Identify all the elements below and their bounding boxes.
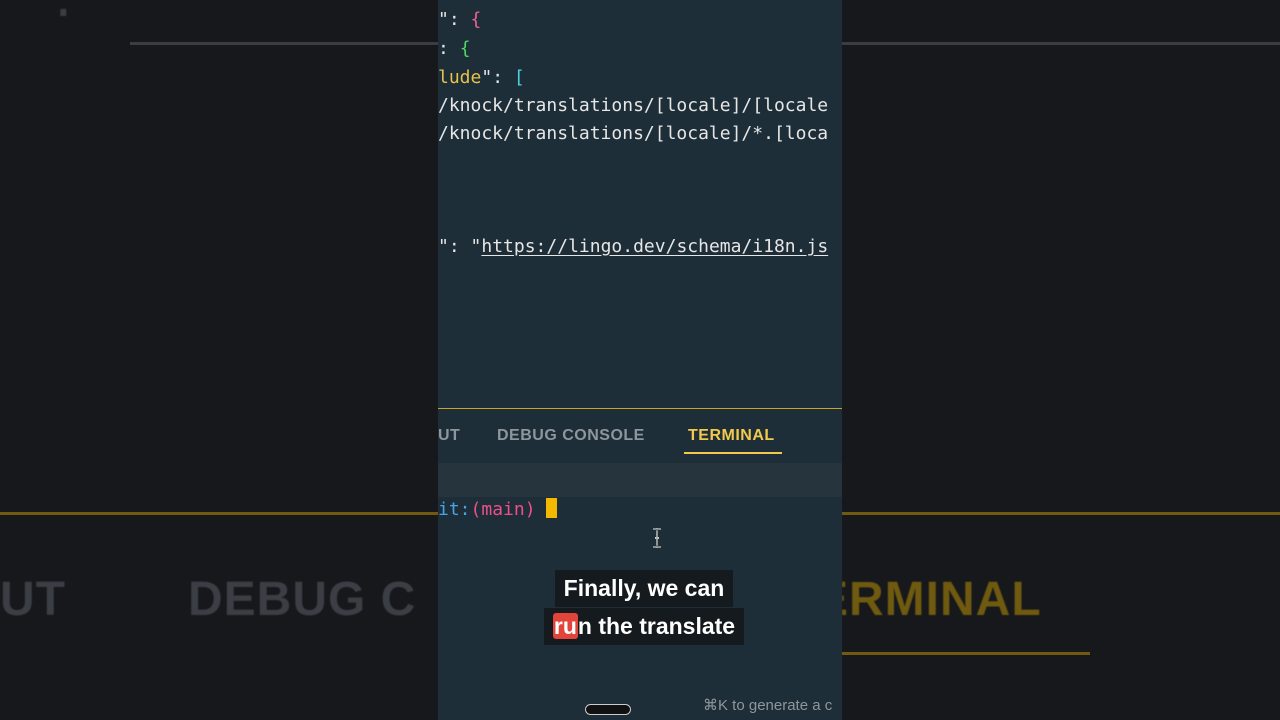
caption-line-2-rest: n the translate [577, 613, 736, 639]
code-token: " [438, 9, 449, 30]
active-tab-indicator [684, 452, 782, 454]
caption-line-2: run the translate [543, 608, 745, 645]
code-line: : { [438, 35, 471, 63]
tab-terminal[interactable]: TERMINAL [688, 427, 775, 445]
code-line: ": { [438, 6, 481, 34]
caption-line-1: Finally, we can [554, 570, 734, 607]
code-token: ": [481, 67, 514, 88]
video-caption: Finally, we can run the translate [527, 570, 761, 645]
terminal-prompt[interactable]: it:(main) [438, 497, 557, 523]
background-top-left-text: ": [20, 0, 78, 28]
code-line: /knock/translations/[locale]/[locale [438, 95, 829, 116]
background-url-underline-left [130, 42, 438, 45]
code-token: : [438, 38, 449, 59]
background-tab-terminal-label: ERMINAL [842, 573, 1042, 626]
schema-url-link[interactable]: https://lingo.dev/schema/i18n.js [481, 236, 828, 257]
code-token: : [448, 236, 471, 257]
code-token: " [470, 236, 482, 257]
caption-highlight-word: ru [552, 613, 578, 639]
generate-hint: ⌘K to generate a c [703, 697, 833, 714]
panel-tab-bar: UT DEBUG CONSOLE TERMINAL [438, 409, 842, 464]
tab-output[interactable]: UT [438, 427, 460, 445]
background-tab-output: UT [0, 573, 66, 626]
code-line: /knock/translations/[locale]/*.[loca [438, 123, 829, 144]
background-url-underline-right [842, 42, 1280, 45]
background-terminal-underline [842, 652, 1090, 655]
background-tab-debug: DEBUG C [188, 573, 417, 626]
code-token: " [438, 236, 449, 257]
prompt-branch: (main) [470, 499, 536, 520]
code-token: : [448, 9, 471, 30]
text-cursor-icon [653, 528, 661, 548]
background-gold-line-right [842, 512, 1280, 515]
tab-debug-console[interactable]: DEBUG CONSOLE [497, 427, 645, 445]
code-token: { [459, 38, 471, 59]
prompt-git-label: it: [438, 499, 471, 520]
terminal-strip [438, 463, 842, 497]
code-token: { [470, 9, 482, 30]
code-token: lude [438, 67, 482, 88]
code-line: ": "https://lingo.dev/schema/i18n.js [438, 233, 828, 261]
home-indicator[interactable] [585, 704, 631, 715]
code-editor[interactable]: ": { : { lude": [ /knock/translations/[l… [438, 0, 842, 408]
code-line: lude": [ [438, 64, 525, 92]
background-tab-terminal: ERMINAL [842, 572, 1280, 627]
code-token: [ [513, 67, 525, 88]
background-gold-line-left [0, 512, 438, 515]
terminal-cursor [545, 498, 557, 518]
